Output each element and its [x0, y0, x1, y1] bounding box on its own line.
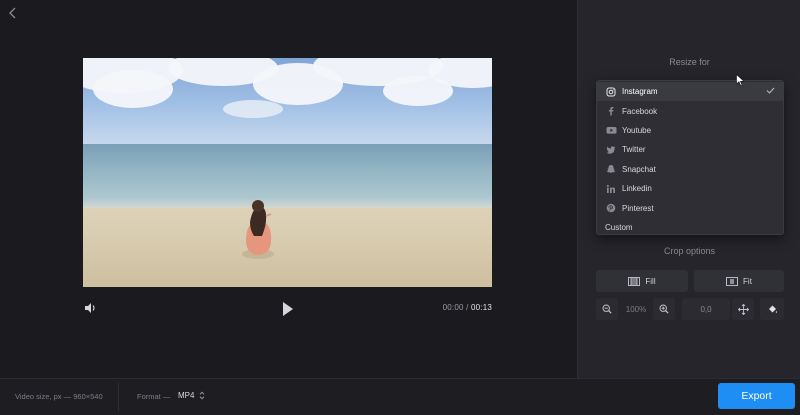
fill-icon [628, 276, 641, 286]
back-arrow-icon[interactable] [6, 6, 20, 20]
dropdown-option-label: Snapchat [622, 164, 656, 174]
volume-icon[interactable] [83, 301, 97, 315]
dropdown-option-label: Youtube [622, 125, 652, 135]
total-time: 00:13 [470, 303, 492, 312]
zoom-out-button[interactable] [596, 298, 618, 320]
video-controls: 00:00 / 00:13 [83, 300, 492, 318]
chevron-updown-icon [200, 391, 205, 400]
position-input[interactable] [682, 298, 730, 320]
video-preview [83, 58, 492, 287]
playback-time: 00:00 / 00:13 [443, 303, 492, 312]
crop-fill-button[interactable]: Fill [596, 270, 688, 292]
mouse-cursor-icon [736, 74, 745, 87]
crop-fit-button[interactable]: Fit [694, 270, 784, 292]
dropdown-option-facebook[interactable]: Facebook [597, 101, 783, 120]
dropdown-option-instagram[interactable]: Instagram [597, 82, 783, 102]
format-label: Format — [137, 392, 171, 401]
dropdown-option-label: Facebook [622, 106, 658, 116]
current-time: 00:00 [442, 303, 464, 312]
video-size-info: Video size, px — 960×540 [15, 392, 103, 401]
fit-icon [726, 276, 739, 286]
dropdown-option-snapchat[interactable]: Snapchat [597, 160, 783, 179]
video-person [242, 200, 274, 259]
move-arrows-icon [737, 303, 749, 315]
export-button[interactable]: Export [718, 383, 795, 409]
dropdown-option-pinterest[interactable]: Pinterest [597, 198, 783, 217]
dropdown-option-label: Instagram [622, 87, 658, 97]
twitter-icon [605, 144, 617, 156]
footer-divider [118, 383, 119, 411]
zoom-level: 100% [625, 304, 647, 314]
linkedin-icon [605, 183, 617, 195]
facebook-icon [605, 105, 617, 117]
background-fill-button[interactable] [760, 298, 784, 320]
format-select[interactable]: MP4 [178, 391, 205, 400]
fill-label: Fill [645, 276, 656, 286]
time-separator: / [463, 303, 471, 312]
dropdown-option-label: Pinterest [622, 203, 654, 213]
dropdown-option-custom[interactable]: Custom [597, 218, 783, 237]
video-cloud [93, 70, 173, 108]
checkmark-icon [766, 87, 775, 94]
zoom-out-icon [602, 304, 612, 314]
dropdown-option-label: Custom [605, 222, 633, 232]
video-cloud [223, 100, 283, 118]
snapchat-icon [605, 163, 617, 175]
paint-bucket-icon [768, 305, 777, 313]
pinterest-icon [605, 202, 617, 214]
dropdown-option-label: Linkedin [622, 184, 652, 194]
video-sand [83, 208, 492, 287]
zoom-in-icon [659, 304, 669, 314]
zoom-in-button[interactable] [653, 298, 675, 320]
dropdown-option-linkedin[interactable]: Linkedin [597, 179, 783, 198]
play-icon[interactable] [281, 301, 295, 317]
dropdown-option-label: Twitter [622, 145, 646, 155]
youtube-icon [605, 124, 617, 136]
format-value: MP4 [178, 391, 195, 400]
footer-bar: Video size, px — 960×540 Format — MP4 Ex… [0, 378, 800, 415]
move-button[interactable] [732, 298, 754, 320]
fit-label: Fit [743, 276, 752, 286]
dropdown-option-youtube[interactable]: Youtube [597, 121, 783, 140]
instagram-icon [605, 86, 617, 98]
resize-platform-dropdown[interactable]: Instagram Facebook Youtube Twitter Snapc… [596, 80, 784, 235]
crop-options-title: Crop options [663, 246, 716, 256]
resize-for-title: Resize for [669, 57, 710, 67]
dropdown-option-twitter[interactable]: Twitter [597, 140, 783, 159]
editor-preview-area: 00:00 / 00:13 [0, 0, 577, 378]
